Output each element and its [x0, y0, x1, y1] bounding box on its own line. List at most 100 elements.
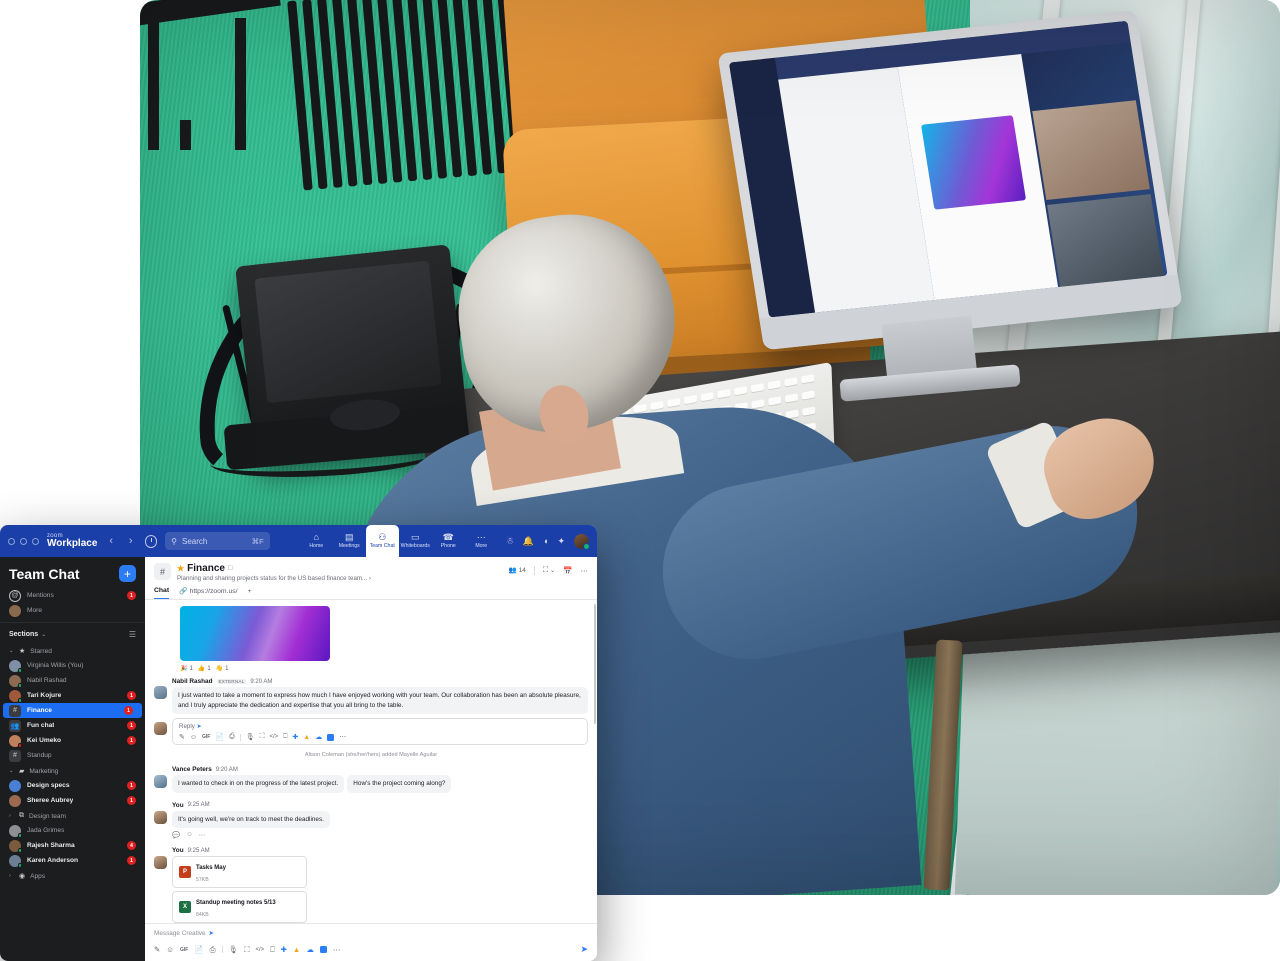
more-icon[interactable]: ⋯ [333, 945, 341, 954]
close-button[interactable] [8, 537, 15, 545]
sidebar-item-rajesh-sharma[interactable]: Rajesh Sharma 4 [0, 838, 145, 853]
avatar[interactable] [9, 734, 22, 748]
avatar[interactable] [154, 856, 167, 870]
message-thread[interactable]: 🎉 1 👍 1 👋 1 Nabil Rashad EXTERNAL 9:20 AM I j… [145, 600, 597, 923]
avatar[interactable] [9, 824, 22, 838]
more-icon[interactable]: ⋯ [199, 831, 206, 839]
nav-item-phone[interactable]: ☎ Phone [432, 525, 465, 557]
channel-description[interactable]: Planning and sharing projects status for… [177, 575, 371, 582]
cloud-icon[interactable]: ☁ [315, 733, 322, 741]
window-controls[interactable] [8, 537, 39, 545]
reply-icon[interactable]: 💬 [172, 831, 180, 839]
sidebar-item-sheree-aubrey[interactable]: Sheree Aubrey 1 [0, 793, 145, 808]
reaction-chip[interactable]: 👋 1 [216, 665, 229, 673]
audio-icon[interactable]: 🎙 [229, 945, 239, 954]
screen-share-icon[interactable]: ⎕ [283, 733, 287, 741]
video-camera-icon[interactable]: ⛶ [543, 565, 548, 575]
sidebar-item-mentions[interactable]: @ Mentions 1 [0, 588, 145, 603]
format-icon[interactable]: ✎ [179, 733, 185, 741]
chevron-icon[interactable]: › [9, 813, 14, 819]
maximize-button[interactable] [32, 537, 39, 545]
appearance-icon[interactable]: ◖ [543, 536, 548, 546]
send-button[interactable]: ➤ [580, 944, 588, 955]
new-chat-button[interactable]: + [119, 565, 136, 582]
avatar[interactable] [9, 839, 22, 853]
tab-chat[interactable]: Chat [154, 587, 170, 599]
sidebar-item-finance[interactable]: # Finance 1 [3, 703, 142, 718]
notifications-bell-icon[interactable]: 🔔 [523, 536, 534, 547]
audio-icon[interactable]: 🎙 [246, 733, 255, 741]
avatar[interactable] [154, 722, 167, 736]
sidebar-group-starred[interactable]: ⌄ ★ Starred [0, 643, 145, 658]
forward-button[interactable]: › [125, 535, 137, 547]
screen-share-icon[interactable]: ⎕ [270, 945, 275, 955]
video-message-icon[interactable]: ⛶ [244, 945, 249, 955]
avatar[interactable] [9, 794, 21, 807]
zoom-apps-icon[interactable]: ✚ [292, 733, 298, 741]
sidebar-group-design-team[interactable]: › ⧉ Design team [0, 808, 145, 823]
back-button[interactable]: ‹ [105, 535, 117, 547]
chevron-icon[interactable]: ⌄ [9, 648, 14, 654]
drive-icon[interactable]: ▲ [303, 734, 310, 741]
sidebar-group-marketing[interactable]: ⌄ ▰ Marketing [0, 763, 145, 778]
calendar-icon[interactable]: 📅 [563, 566, 572, 575]
sidebar-item-fun-chat[interactable]: 👥 Fun chat 1 [0, 718, 145, 733]
more-icon[interactable]: ⋯ [581, 566, 589, 575]
minimize-button[interactable] [20, 537, 27, 545]
nav-item-whiteboards[interactable]: ▭ Whiteboards [399, 525, 432, 557]
reaction-chip[interactable]: 🎉 1 [180, 665, 193, 673]
nav-item-meetings[interactable]: ▤ Meetings [333, 525, 366, 557]
file-attachment[interactable]: P Tasks May 57KB [172, 856, 307, 889]
message-composer[interactable]: Message Creative ➤ ✎ ☺ GIF 📄 ⎙ 🎙 ⛶ </> ⎕… [145, 923, 597, 961]
emoji-icon[interactable]: ☺ [166, 945, 174, 954]
box-icon[interactable] [319, 946, 327, 953]
format-icon[interactable]: ✎ [154, 945, 160, 954]
drive-icon[interactable]: ▲ [293, 945, 300, 954]
tab-https-zoom-us[interactable]: 🔗 https://zoom.us/ [179, 587, 237, 599]
chevron-icon[interactable]: › [9, 873, 14, 879]
nav-item-team-chat[interactable]: ⚇ Team Chat [365, 525, 399, 557]
gif-icon[interactable]: GIF [180, 947, 188, 953]
more-icon[interactable]: ⋯ [339, 733, 346, 741]
sidebar-item-more[interactable]: More [0, 603, 145, 618]
ai-companion-icon[interactable]: ✦ [557, 536, 565, 547]
shared-image-attachment[interactable] [180, 606, 330, 661]
avatar[interactable] [9, 689, 22, 703]
member-count[interactable]: 👥 14 [509, 566, 526, 575]
code-icon[interactable]: </> [270, 734, 279, 740]
history-icon[interactable] [144, 534, 158, 548]
sidebar-item-karen-anderson[interactable]: Karen Anderson 1 [0, 853, 145, 868]
sidebar-item-standup[interactable]: # Standup [0, 748, 145, 763]
file-icon[interactable]: 📄 [194, 945, 203, 954]
nav-item-more[interactable]: ⋯ More [465, 525, 498, 557]
sidebar-item-jada-grimes[interactable]: Jada Grimes [0, 823, 145, 838]
sidebar-item-virginia-willis-you[interactable]: Virginia Willis (You) [0, 658, 145, 673]
avatar[interactable] [154, 810, 167, 824]
star-icon[interactable]: ★ [177, 564, 184, 573]
video-message-icon[interactable]: ⛶ [260, 733, 265, 741]
reaction-icon[interactable]: ☺ [186, 831, 193, 839]
avatar[interactable] [9, 854, 22, 868]
avatar[interactable] [574, 533, 591, 550]
sidebar-item-nabil-rashad[interactable]: Nabil Rashad [0, 673, 145, 688]
contacts-icon[interactable]: ☃ [506, 536, 514, 547]
avatar[interactable] [9, 659, 22, 673]
reply-box[interactable]: Reply ➤ ✎ ☺ GIF 📄 ⎙ 🎙 ⛶ </> ⎕ ✚ ▲ ☁ ⋯ [172, 718, 588, 746]
avatar[interactable] [9, 779, 21, 792]
file-attachment[interactable]: X Standup meeting notes 5/13 84KB [172, 891, 307, 923]
nav-item-home[interactable]: ⌂ Home [300, 525, 333, 557]
sidebar-group-apps[interactable]: › ◉ Apps [0, 868, 145, 883]
emoji-icon[interactable]: ☺ [190, 734, 197, 741]
gif-icon[interactable]: GIF [202, 734, 210, 740]
reaction-chip[interactable]: 👍 1 [198, 665, 211, 673]
sidebar-item-kei-umeko[interactable]: Kei Umeko 1 [0, 733, 145, 748]
screenshot-icon[interactable]: ⎙ [210, 945, 216, 955]
chevron-down-icon[interactable]: ⌄ [41, 631, 46, 638]
send-icon[interactable]: ➤ [197, 723, 202, 730]
avatar[interactable] [154, 686, 167, 699]
avatar[interactable] [154, 775, 167, 789]
sidebar-item-design-specs[interactable]: Design specs 1 [0, 778, 145, 793]
cloud-icon[interactable]: ☁ [306, 945, 314, 954]
add-tab-button[interactable]: + [248, 588, 252, 599]
avatar[interactable] [9, 674, 22, 688]
